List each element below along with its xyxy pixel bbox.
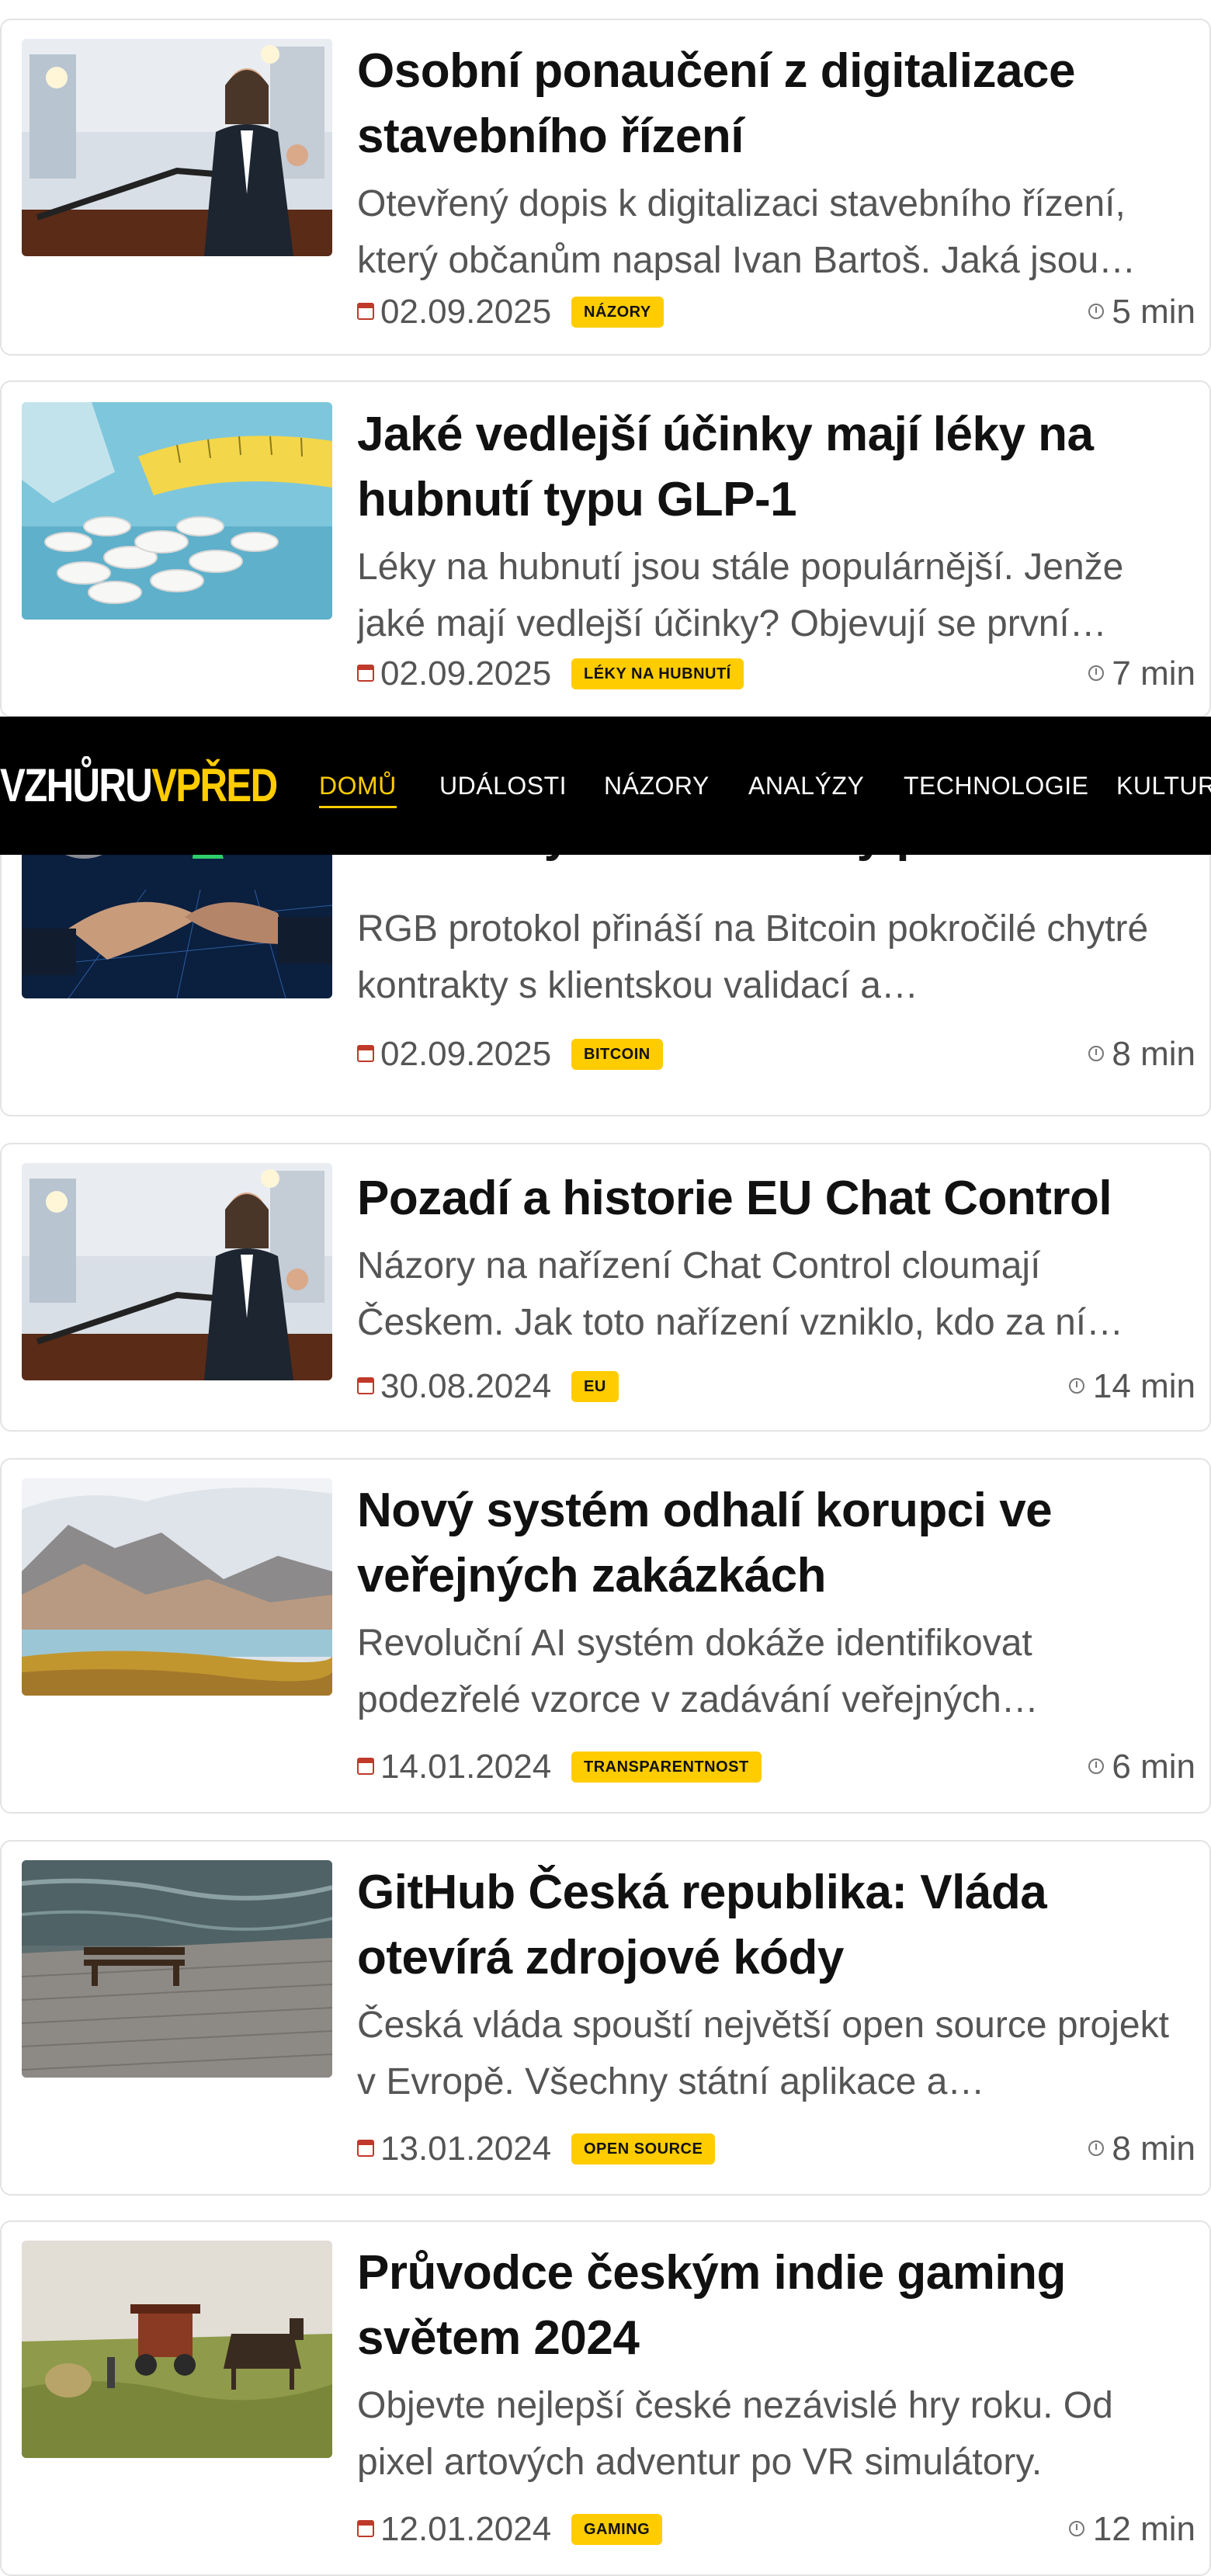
category-badge[interactable]: EU <box>571 1371 619 1402</box>
page: Osobní ponaučení z digitalizace stavební… <box>0 0 1211 2576</box>
clock-icon <box>1088 665 1104 681</box>
article-title[interactable]: Jaké vedlejší účinky mají léky na hubnut… <box>357 402 1195 533</box>
article-excerpt: Názory na nařízení Chat Control cloumají… <box>357 1245 1124 1343</box>
category-badge[interactable]: GAMING <box>571 2514 663 2545</box>
read-time: 8 min <box>1087 1031 1195 1078</box>
article-title[interactable]: Pozadí a historie EU Chat Control <box>357 1166 1195 1231</box>
clock-icon <box>1088 1758 1104 1774</box>
article-meta: 02.09.2025 LÉKY NA HUBNUTÍ 7 min <box>357 651 1195 697</box>
article-date: 02.09.2025 <box>380 1035 552 1073</box>
logo-text-white: VZHŮRU <box>0 759 153 811</box>
article-card[interactable]: Průvodce českým indie gaming světem 2024… <box>0 2220 1211 2576</box>
calendar-icon <box>357 1045 374 1062</box>
calendar-icon <box>357 2140 374 2157</box>
article-meta: 30.08.2024 EU 14 min <box>357 1363 1195 1410</box>
clock-icon <box>1088 304 1104 319</box>
article-meta: 02.09.2025 BITCOIN 8 min <box>357 1031 1195 1078</box>
nav-item-nazory[interactable]: NÁZORY <box>604 765 710 807</box>
nav-item-domu[interactable]: DOMŮ <box>319 765 397 808</box>
read-time-text: 8 min <box>1112 2130 1195 2168</box>
article-date: 02.09.2025 <box>380 654 552 693</box>
article-image[interactable] <box>22 402 332 620</box>
article-excerpt: Léky na hubnutí jsou stále populárnější.… <box>357 547 1124 644</box>
read-time-text: 14 min <box>1092 1367 1195 1405</box>
article-image[interactable] <box>22 1860 332 2078</box>
article-meta: 14.01.2024 TRANSPARENTNOST 6 min <box>357 1744 1195 1790</box>
article-date: 02.09.2025 <box>380 293 552 331</box>
article-date: 14.01.2024 <box>380 1748 552 1786</box>
read-time: 12 min <box>1067 2506 1195 2553</box>
calendar-icon <box>357 1758 374 1775</box>
calendar-icon <box>357 303 374 320</box>
article-excerpt: RGB protokol přináší na Bitcoin pokročil… <box>357 908 1149 1006</box>
article-card[interactable]: Osobní ponaučení z digitalizace stavební… <box>0 19 1211 356</box>
article-date: 30.08.2024 <box>380 1367 552 1405</box>
article-excerpt: Česká vláda spouští největší open source… <box>357 2005 1169 2102</box>
calendar-icon <box>357 2520 374 2537</box>
main-navbar: VZHŮRUVPŘED DOMŮ UDÁLOSTI NÁZORY ANALÝZY… <box>0 717 1211 855</box>
article-meta: 13.01.2024 OPEN SOURCE 8 min <box>357 2126 1195 2172</box>
read-time: 14 min <box>1067 1363 1195 1410</box>
read-time: 6 min <box>1087 1744 1195 1790</box>
category-badge[interactable]: BITCOIN <box>571 1039 663 1070</box>
article-title[interactable]: Průvodce českým indie gaming světem 2024 <box>357 2241 1195 2371</box>
article-title[interactable]: GitHub Česká republika: Vláda otevírá zd… <box>357 1860 1195 1991</box>
clock-icon <box>1088 2140 1104 2156</box>
article-title[interactable]: Osobní ponaučení z digitalizace stavební… <box>357 39 1195 169</box>
read-time: 8 min <box>1087 2126 1195 2172</box>
read-time-text: 5 min <box>1112 293 1195 331</box>
article-excerpt: Objevte nejlepší české nezávislé hry rok… <box>357 2385 1113 2483</box>
article-image[interactable] <box>22 39 332 256</box>
read-time-text: 6 min <box>1112 1748 1195 1786</box>
article-date: 13.01.2024 <box>380 2130 552 2168</box>
article-meta: 12.01.2024 GAMING 12 min <box>357 2506 1195 2553</box>
nav-item-udalosti[interactable]: UDÁLOSTI <box>439 765 567 807</box>
calendar-icon <box>357 665 374 682</box>
category-badge[interactable]: NÁZORY <box>571 297 664 328</box>
article-image[interactable] <box>22 1478 332 1696</box>
clock-icon <box>1069 1378 1084 1394</box>
clock-icon <box>1088 1046 1104 1061</box>
nav-item-analyzy[interactable]: ANALÝZY <box>748 765 864 807</box>
nav-item-technologie[interactable]: TECHNOLOGIE <box>904 765 1088 807</box>
category-badge[interactable]: LÉKY NA HUBNUTÍ <box>571 658 744 689</box>
article-date: 12.01.2024 <box>380 2510 552 2548</box>
read-time-text: 12 min <box>1092 2510 1195 2548</box>
site-logo[interactable]: VZHŮRUVPŘED <box>0 757 278 814</box>
article-image[interactable] <box>22 2241 332 2458</box>
article-title[interactable]: Nový systém odhalí korupci ve veřejných … <box>357 1478 1195 1609</box>
read-time-text: 8 min <box>1112 1035 1195 1073</box>
logo-text-yellow: VPŘED <box>151 759 278 811</box>
calendar-icon <box>357 1377 374 1394</box>
article-meta: 02.09.2025 NÁZORY 5 min <box>357 289 1195 335</box>
read-time-text: 7 min <box>1112 654 1195 693</box>
clock-icon <box>1069 2521 1084 2536</box>
article-card[interactable]: Pozadí a historie EU Chat Control Názory… <box>0 1143 1211 1432</box>
read-time: 7 min <box>1087 651 1195 697</box>
article-excerpt: Otevřený dopis k digitalizaci stavebního… <box>357 183 1136 281</box>
article-card[interactable]: GitHub Česká republika: Vláda otevírá zd… <box>0 1840 1211 2196</box>
article-excerpt: Revoluční AI systém dokáže identifikovat… <box>357 1623 1039 1720</box>
article-card[interactable]: Nový systém odhalí korupci ve veřejných … <box>0 1458 1211 1814</box>
category-badge[interactable]: TRANSPARENTNOST <box>571 1751 762 1783</box>
nav-item-kultura[interactable]: KULTURA <box>1116 765 1211 807</box>
article-image[interactable] <box>22 1163 332 1380</box>
article-card[interactable]: Jaké vedlejší účinky mají léky na hubnut… <box>0 380 1211 717</box>
category-badge[interactable]: OPEN SOURCE <box>571 2133 716 2165</box>
read-time: 5 min <box>1087 289 1195 335</box>
